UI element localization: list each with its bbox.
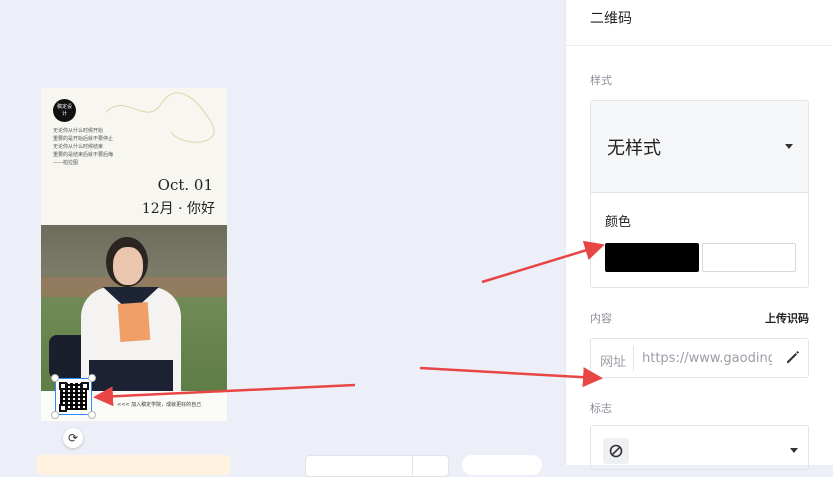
caret-down-icon	[790, 448, 798, 453]
resize-handle[interactable]	[51, 374, 59, 382]
style-select-value: 无样式	[607, 138, 661, 159]
logo-select[interactable]	[590, 425, 809, 470]
quote-line: ——柏拉图	[53, 160, 79, 166]
background-color-swatch[interactable]	[702, 243, 796, 272]
quote-line: 重要的是结束后就不要后悔	[53, 152, 114, 158]
color-label: 颜色	[605, 215, 632, 230]
poster-caption: <<< 加入稿定学院，成就更好的自己	[117, 402, 202, 408]
resize-handle[interactable]	[88, 411, 96, 419]
pencil-icon[interactable]	[785, 349, 801, 365]
properties-panel: 二维码 样式 无样式 颜色 内容 上传识码 网址 https://www.gao…	[565, 0, 833, 470]
quote-line: 无论你从什么时候开始	[53, 128, 104, 134]
quote-line: 无论你从什么时候结束	[53, 144, 104, 150]
poster[interactable]: 稿定设计 无论你从什么时候开始 重要的是开始后就不要停止 无论你从什么时候结束 …	[41, 88, 227, 421]
url-prefix: 网址	[600, 355, 627, 370]
poster-greeting: 12月 · 你好	[141, 201, 215, 217]
bottom-pill-button[interactable]	[462, 455, 542, 475]
poster-quote: 无论你从什么时候开始 重要的是开始后就不要停止 无论你从什么时候结束 重要的是结…	[53, 127, 113, 167]
foreground-color-swatch[interactable]	[605, 243, 699, 272]
rotate-icon[interactable]: ⟳	[63, 428, 83, 448]
style-label: 样式	[590, 74, 612, 87]
resize-handle[interactable]	[88, 374, 96, 382]
resize-handle[interactable]	[51, 411, 59, 419]
style-select[interactable]: 无样式	[591, 101, 808, 193]
logo-label: 标志	[590, 402, 612, 415]
poster-photo	[41, 225, 227, 391]
bottom-card[interactable]	[37, 455, 230, 475]
style-section: 无样式 颜色	[590, 100, 809, 288]
divider	[566, 45, 833, 46]
zoom-toolbar[interactable]	[305, 455, 449, 477]
design-canvas[interactable]: 稿定设计 无论你从什么时候开始 重要的是开始后就不要停止 无论你从什么时候结束 …	[0, 0, 565, 477]
ban-icon	[603, 438, 629, 464]
url-field[interactable]: 网址 https://www.gaoding	[590, 338, 809, 378]
decorative-squiggle	[105, 92, 215, 143]
content-label: 内容	[590, 312, 612, 325]
panel-title: 二维码	[590, 11, 632, 27]
poster-date: Oct. 01	[157, 176, 213, 194]
url-input[interactable]: https://www.gaoding	[642, 351, 772, 366]
caret-down-icon	[785, 144, 793, 149]
quote-line: 重要的是开始后就不要停止	[53, 136, 114, 142]
poster-logo: 稿定设计	[53, 99, 76, 122]
qr-code-element[interactable]	[55, 378, 92, 415]
upload-qr-link[interactable]: 上传识码	[765, 310, 809, 326]
